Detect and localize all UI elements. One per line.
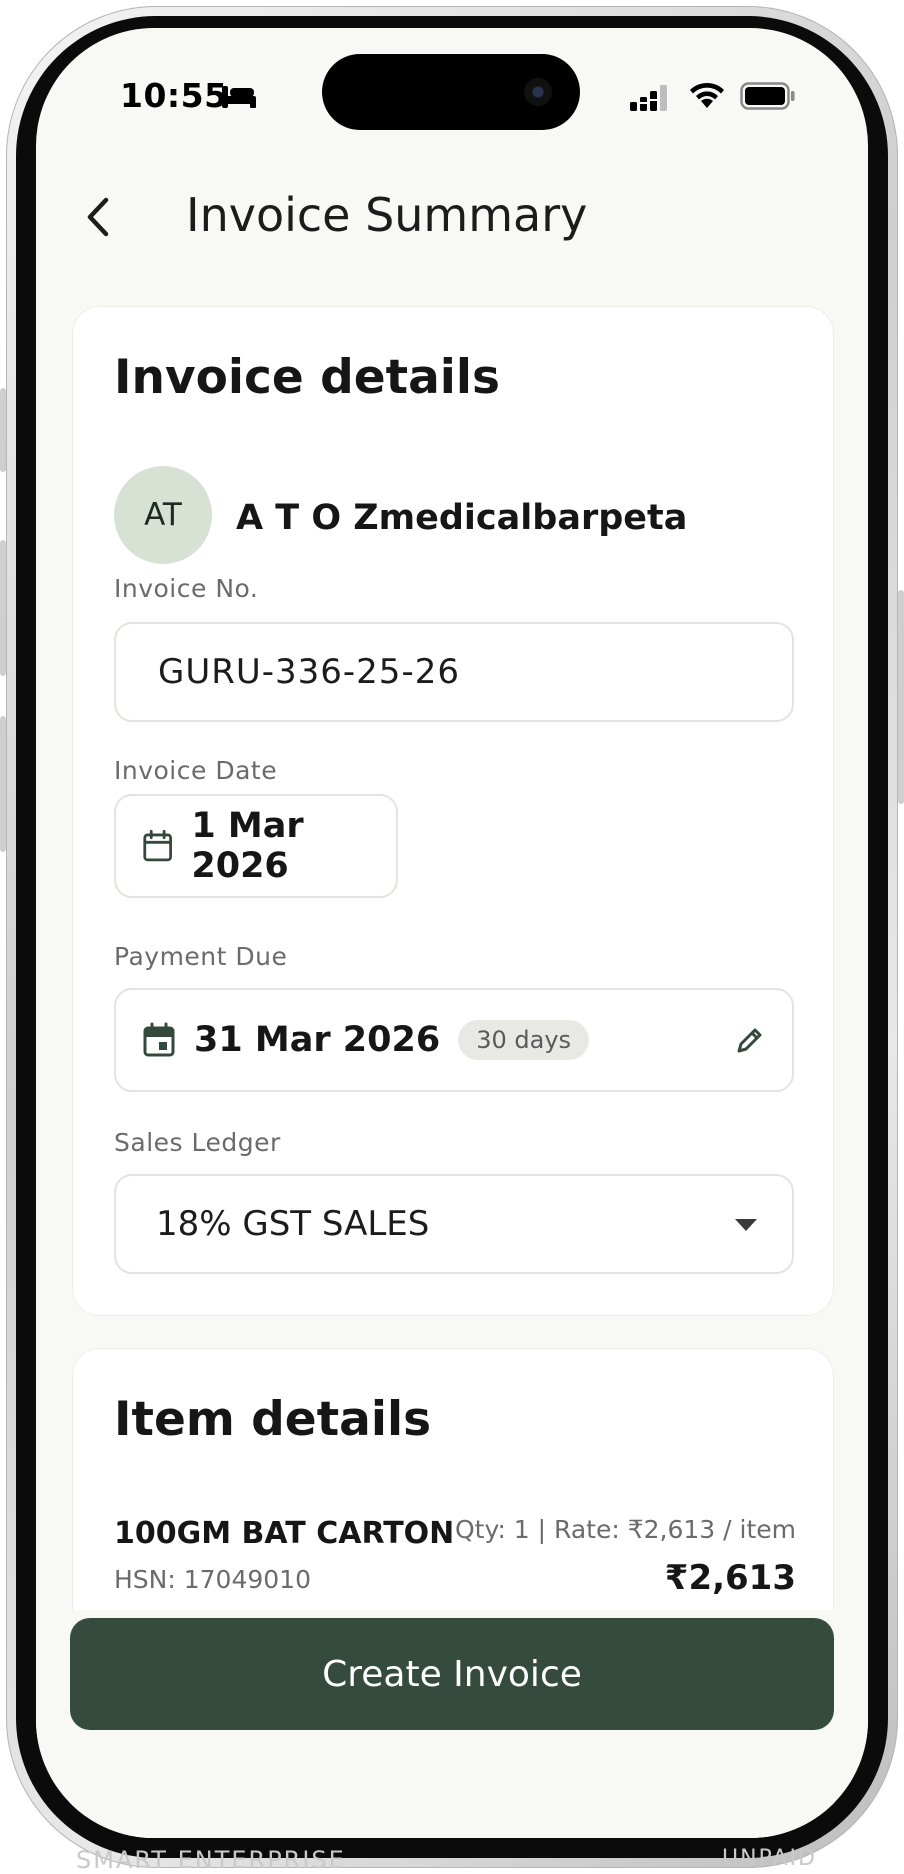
battery-icon xyxy=(740,82,795,110)
power-button xyxy=(898,590,904,804)
status-time: 10:55 xyxy=(120,76,228,115)
customer-name: A T O Zmedicalbarpeta xyxy=(236,498,688,538)
payment-due-value: 31 Mar 2026 xyxy=(194,1020,441,1060)
invoice-no-field[interactable]: GURU-336-25-26 xyxy=(114,622,794,722)
back-arrow-icon[interactable] xyxy=(74,192,124,242)
item-qty-rate: Qty: 1 | Rate: ₹2,613 / item xyxy=(454,1515,796,1544)
invoice-no-label: Invoice No. xyxy=(114,574,259,603)
background-text-right: UNPAID xyxy=(722,1846,817,1871)
dropdown-arrow-icon xyxy=(735,1219,757,1231)
page-title: Invoice Summary xyxy=(186,188,588,242)
invoice-date-value: 1 Mar 2026 xyxy=(191,806,304,886)
invoice-date-label: Invoice Date xyxy=(114,756,278,785)
front-camera-icon xyxy=(524,78,552,106)
item-details-heading: Item details xyxy=(114,1392,432,1447)
create-invoice-button[interactable]: Create Invoice xyxy=(70,1618,834,1730)
payment-due-label: Payment Due xyxy=(114,942,288,971)
invoice-details-heading: Invoice details xyxy=(114,350,500,405)
wifi-icon xyxy=(690,82,724,108)
sales-ledger-label: Sales Ledger xyxy=(114,1128,281,1157)
item-amount: ₹2,613 xyxy=(664,1558,796,1598)
volume-down-button xyxy=(0,716,6,852)
cellular-signal-icon xyxy=(630,85,667,111)
invoice-date-picker[interactable]: 1 Mar 2026 xyxy=(114,794,398,898)
dynamic-island xyxy=(322,54,580,130)
invoice-no-value: GURU-336-25-26 xyxy=(158,652,460,692)
customer-avatar: AT xyxy=(114,466,212,564)
screen: 10:55 Invoice Summary Invoice details AT… xyxy=(36,28,868,1838)
background-text-left: SMART ENTERPRISE xyxy=(76,1846,346,1874)
item-name: 100GM BAT CARTON xyxy=(114,1516,455,1551)
sales-ledger-value: 18% GST SALES xyxy=(156,1204,430,1244)
action-button xyxy=(0,388,6,472)
due-days-badge: 30 days xyxy=(458,1020,590,1060)
edit-pencil-icon[interactable] xyxy=(734,1024,766,1056)
item-hsn: HSN: 17049010 xyxy=(114,1565,311,1594)
sales-ledger-select[interactable]: 18% GST SALES xyxy=(114,1174,794,1274)
calendar-icon xyxy=(143,829,172,862)
payment-due-field[interactable]: 31 Mar 2026 30 days xyxy=(114,988,794,1092)
sleep-focus-icon xyxy=(222,86,256,108)
calendar-event-icon xyxy=(143,1022,175,1057)
volume-up-button xyxy=(0,540,6,676)
